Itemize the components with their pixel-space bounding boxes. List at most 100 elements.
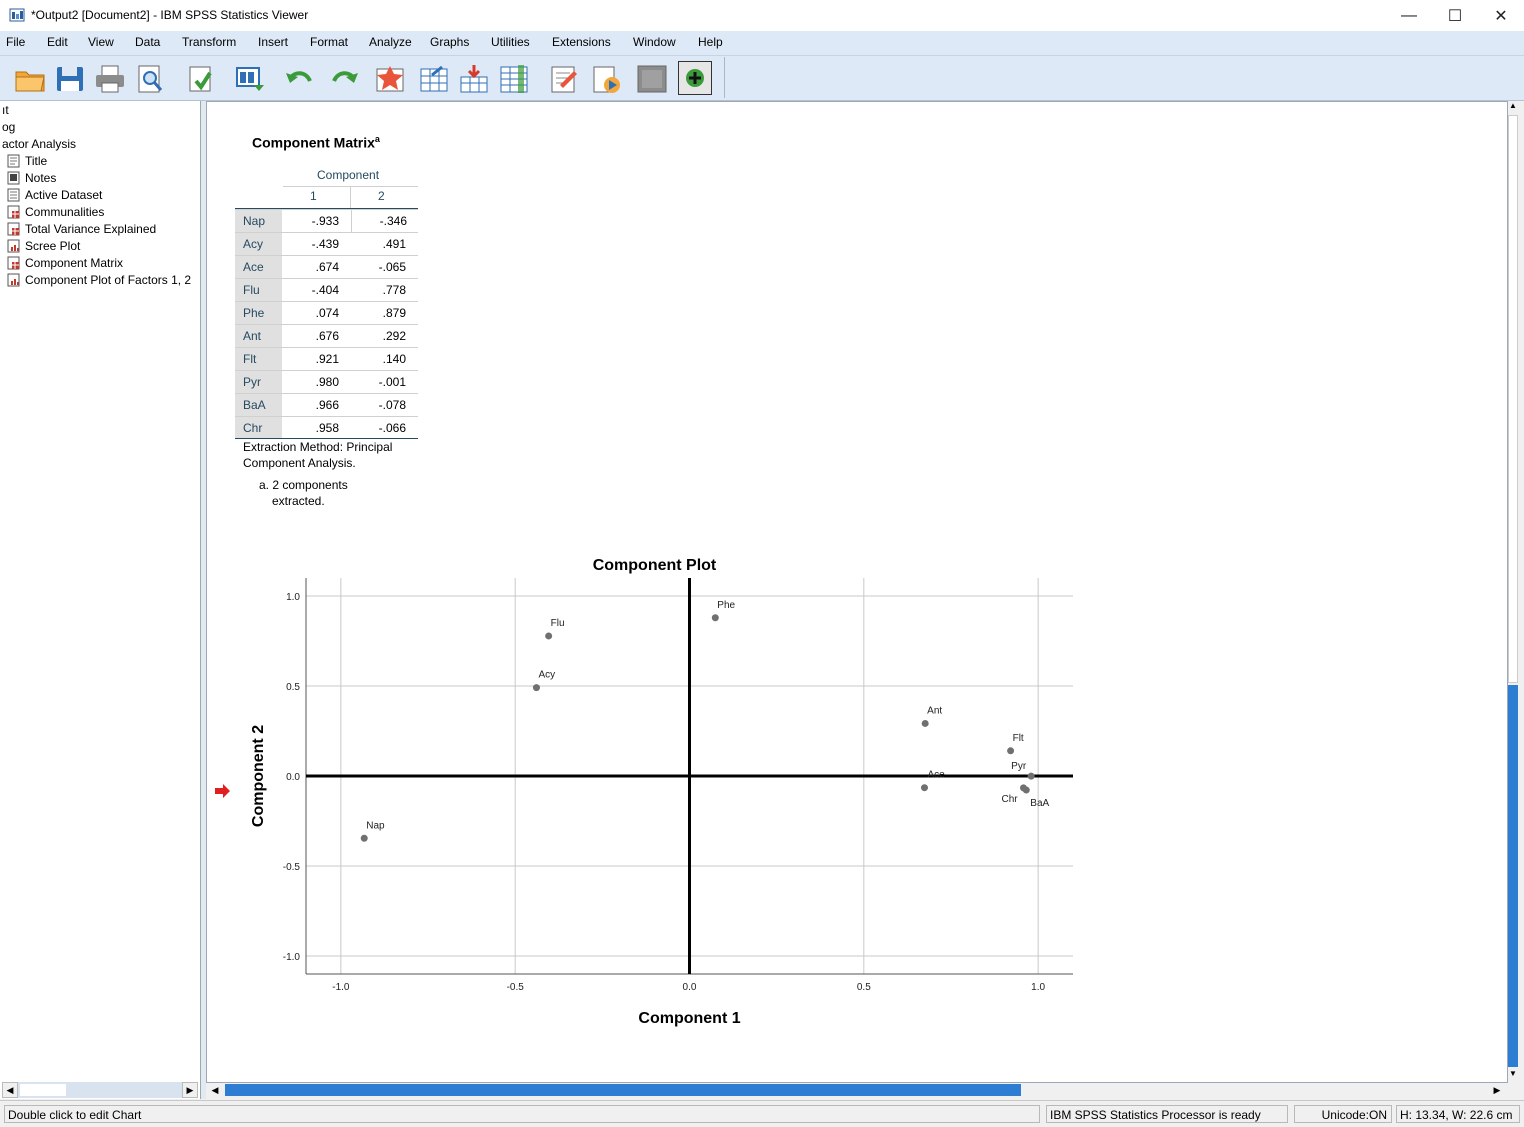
table-row: Flt .921 .140	[235, 347, 418, 370]
outline-item-log[interactable]: og	[2, 120, 15, 134]
menu-transform[interactable]: Transform	[182, 35, 236, 49]
menu-extensions[interactable]: Extensions	[552, 35, 611, 49]
variables-icon[interactable]	[498, 63, 530, 95]
toggle-pane-icon[interactable]	[636, 63, 668, 95]
cell-c2: .778	[382, 283, 406, 297]
cell-c2: -.001	[378, 375, 406, 389]
outline-item-component-matrix[interactable]: Component Matrix	[25, 256, 123, 270]
row-label: Flu	[235, 279, 282, 301]
close-button[interactable]: ✕	[1478, 0, 1524, 31]
y-tick-label: -1.0	[283, 952, 301, 963]
cell-c1: .674	[315, 260, 339, 274]
insert-heading-icon[interactable]	[678, 61, 712, 95]
recall-dialog-icon[interactable]	[234, 63, 266, 95]
menu-analyze[interactable]: Analyze	[369, 35, 412, 49]
footnote-components: a. 2 components extracted.	[259, 478, 348, 508]
point-flt	[1007, 747, 1015, 755]
export-icon[interactable]	[184, 63, 216, 95]
maximize-button[interactable]: ☐	[1432, 0, 1478, 31]
point-flu	[545, 632, 553, 640]
row-label: Acy	[235, 233, 282, 255]
undo-icon[interactable]	[284, 63, 316, 95]
goto-data-icon[interactable]	[374, 63, 406, 95]
outline-item-total-variance[interactable]: Total Variance Explained	[25, 222, 156, 236]
outline-pane: ıt og actor Analysis Title Notes Active …	[0, 101, 201, 1099]
table-row: Ant .676 .292	[235, 324, 418, 347]
outline-item-notes[interactable]: Notes	[25, 171, 56, 185]
goto-case-icon[interactable]	[418, 63, 450, 95]
outline-hscroll[interactable]: ◀ ▶	[2, 1082, 198, 1098]
point-pyr	[1027, 772, 1035, 780]
x-tick-label: -0.5	[507, 982, 525, 993]
content-vscroll-thumb[interactable]	[1508, 115, 1518, 683]
x-tick-label: 0.5	[857, 982, 871, 993]
content-vscroll[interactable]: ▲ ▼	[1506, 101, 1520, 1081]
outline-item-active-dataset[interactable]: Active Dataset	[25, 188, 102, 202]
point-label-flu: Flu	[551, 618, 565, 629]
component-plot-chart[interactable]: -1.0 -0.5 0.0 0.5 1.0 1.0 0.5 0.0 -0.5 -1.0 Compon…	[230, 548, 1100, 1038]
scroll-right-arrow-icon[interactable]: ▶	[1489, 1082, 1505, 1098]
table-row: Nap -.933 -.346	[235, 209, 418, 232]
table-icon	[7, 205, 20, 219]
x-tick-label: 1.0	[1031, 982, 1045, 993]
header-col-divider	[350, 187, 351, 209]
minimize-button[interactable]: —	[1386, 0, 1432, 31]
print-icon[interactable]	[94, 63, 126, 95]
menu-file[interactable]: File	[6, 35, 25, 49]
table-row: Ace .674 -.065	[235, 255, 418, 278]
outline-hscroll-thumb[interactable]	[20, 1084, 66, 1096]
menu-utilities[interactable]: Utilities	[491, 35, 530, 49]
redo-icon[interactable]	[328, 63, 360, 95]
menu-insert[interactable]: Insert	[258, 35, 288, 49]
designate-window-icon[interactable]	[548, 63, 580, 95]
outline-item-component-plot[interactable]: Component Plot of Factors 1, 2	[25, 273, 191, 287]
chart-title: Component Plot	[593, 557, 717, 574]
cell-c2: -.078	[378, 398, 406, 412]
run-script-icon[interactable]	[590, 63, 622, 95]
point-label-acy: Acy	[538, 670, 555, 681]
outline-item-output[interactable]: ıt	[2, 103, 9, 117]
cell-c1: .980	[315, 375, 339, 389]
point-acy	[532, 684, 540, 692]
content-vscroll-track[interactable]	[1508, 685, 1518, 1067]
row-label: Chr	[235, 417, 282, 439]
outline-item-factor-analysis[interactable]: actor Analysis	[2, 137, 76, 151]
point-ace	[920, 784, 928, 792]
content-hscroll-thumb[interactable]	[225, 1084, 1021, 1096]
cell-c1: -.439	[311, 237, 339, 251]
table-row: Chr .958 -.066	[235, 416, 418, 439]
point-label-nap: Nap	[366, 820, 385, 831]
y-tick-label: 0.0	[286, 772, 300, 783]
table-row: BaA .966 -.078	[235, 393, 418, 416]
menu-graphs[interactable]: Graphs	[430, 35, 469, 49]
menu-format[interactable]: Format	[310, 35, 348, 49]
point-phe	[711, 614, 719, 622]
save-icon[interactable]	[54, 63, 86, 95]
content-hscroll[interactable]: ◀ ▶	[207, 1082, 1505, 1098]
menu-help[interactable]: Help	[698, 35, 723, 49]
cell-c1: .921	[315, 352, 339, 366]
scroll-left-arrow-icon[interactable]: ◀	[2, 1082, 18, 1098]
menu-window[interactable]: Window	[633, 35, 676, 49]
outline-item-scree-plot[interactable]: Scree Plot	[25, 239, 80, 253]
print-preview-icon[interactable]	[134, 63, 166, 95]
menu-view[interactable]: View	[88, 35, 114, 49]
outline-item-communalities[interactable]: Communalities	[25, 205, 104, 219]
x-tick-label: -1.0	[332, 982, 350, 993]
open-icon[interactable]	[14, 63, 46, 95]
active-dataset-icon	[7, 188, 20, 202]
point-label-ant: Ant	[927, 705, 942, 716]
table-col-2: 2	[378, 189, 385, 203]
menu-edit[interactable]: Edit	[47, 35, 68, 49]
outline-item-title[interactable]: Title	[25, 154, 47, 168]
scroll-right-arrow-icon[interactable]: ▶	[182, 1082, 198, 1098]
status-size: H: 13.34, W: 22.6 cm	[1396, 1105, 1520, 1123]
status-processor: IBM SPSS Statistics Processor is ready	[1046, 1105, 1288, 1123]
cell-c2: .140	[382, 352, 406, 366]
scroll-left-arrow-icon[interactable]: ◀	[207, 1082, 223, 1098]
scroll-up-arrow-icon[interactable]: ▲	[1506, 101, 1520, 113]
scroll-down-arrow-icon[interactable]: ▼	[1506, 1069, 1520, 1081]
cell-c1: -.933	[311, 214, 339, 228]
goto-variable-icon[interactable]	[458, 63, 490, 95]
menu-data[interactable]: Data	[135, 35, 160, 49]
